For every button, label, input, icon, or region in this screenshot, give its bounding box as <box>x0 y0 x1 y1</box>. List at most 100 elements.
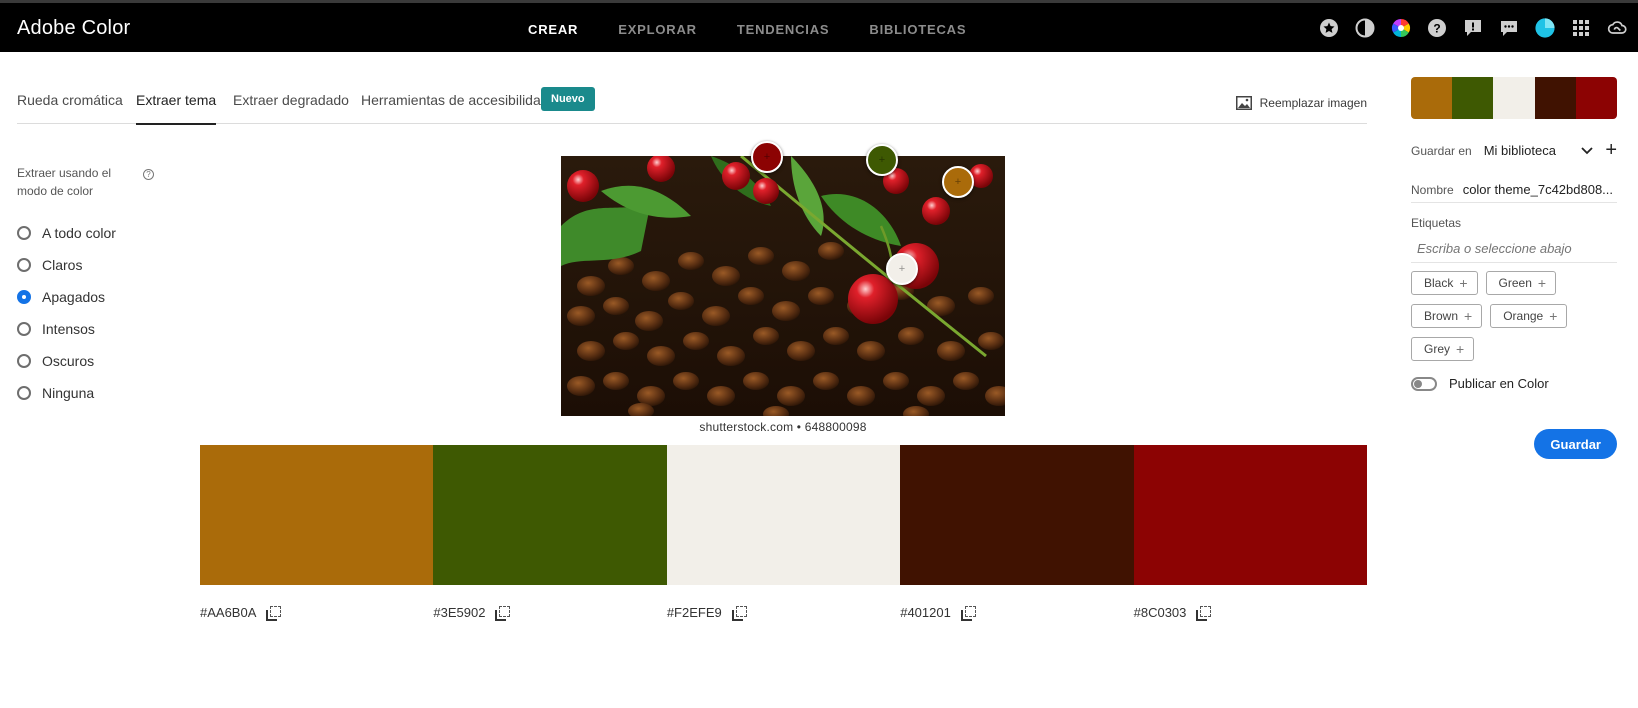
nav-explorar[interactable]: EXPLORAR <box>618 22 697 37</box>
plus-icon: + <box>1459 275 1468 291</box>
hex-value[interactable]: #8C0303 <box>1134 605 1187 620</box>
image-icon <box>1235 96 1252 110</box>
radio-a-todo-color[interactable]: A todo color <box>17 217 116 249</box>
radio-label: A todo color <box>42 225 116 241</box>
color-picker-handle-green[interactable]: + <box>866 144 898 176</box>
avatar-icon[interactable] <box>1534 17 1556 39</box>
copy-icon[interactable] <box>266 605 282 621</box>
tag-label: Brown <box>1424 309 1459 323</box>
copy-icon[interactable] <box>960 605 976 621</box>
tab-extraer-degradado[interactable]: Extraer degradado <box>233 92 349 108</box>
radio-button[interactable] <box>17 322 31 336</box>
tag-label: Grey <box>1424 342 1451 356</box>
color-wheel-icon[interactable] <box>1390 17 1412 39</box>
info-icon[interactable]: ? <box>143 169 154 180</box>
help-icon[interactable]: ? <box>1426 17 1448 39</box>
add-library-icon[interactable]: + <box>1605 139 1617 162</box>
comments-icon[interactable] <box>1498 17 1520 39</box>
tags-input[interactable] <box>1411 235 1617 263</box>
plus-icon: + <box>1537 275 1547 291</box>
tag-black[interactable]: Black + <box>1411 271 1478 295</box>
top-navigation-bar: Adobe Color CREAR EXPLORAR TENDENCIAS BI… <box>0 0 1638 52</box>
radio-button[interactable] <box>17 258 31 272</box>
swatch-1[interactable] <box>200 445 434 585</box>
save-to-row: Guardar en Mi biblioteca + <box>1411 139 1617 162</box>
new-badge: Nuevo <box>541 87 595 111</box>
color-swatches <box>200 445 1368 585</box>
tag-label: Green <box>1498 276 1532 290</box>
radio-button-checked[interactable] <box>17 290 31 304</box>
mini-swatch-2 <box>1452 77 1494 119</box>
tag-orange[interactable]: Orange + <box>1490 304 1568 328</box>
tags-label: Etiquetas <box>1411 216 1462 230</box>
nav-crear[interactable]: CREAR <box>528 22 578 37</box>
apps-grid-icon[interactable] <box>1570 17 1592 39</box>
copy-icon[interactable] <box>1196 605 1212 621</box>
swatch-5[interactable] <box>1133 445 1368 585</box>
creative-cloud-icon[interactable] <box>1606 17 1628 39</box>
radio-button[interactable] <box>17 226 31 240</box>
name-field[interactable]: color theme_7c42bd808... <box>1463 182 1613 197</box>
hex-values: #AA6B0A #3E5902 #F2EFE9 #401201 #8C0303 <box>200 605 1367 621</box>
copy-icon[interactable] <box>731 605 747 621</box>
nav-tendencias[interactable]: TENDENCIAS <box>737 22 830 37</box>
mini-swatch-4 <box>1534 77 1576 119</box>
hex-value[interactable]: #AA6B0A <box>200 605 256 620</box>
library-select[interactable]: Mi biblioteca <box>1484 143 1556 158</box>
radio-button[interactable] <box>17 354 31 368</box>
mini-swatch-3 <box>1493 77 1535 119</box>
hex-value[interactable]: #3E5902 <box>433 605 485 620</box>
app-logo-title[interactable]: Adobe Color <box>17 17 130 40</box>
top-icons: ? <box>1318 17 1628 39</box>
save-button[interactable]: Guardar <box>1534 429 1617 459</box>
alert-icon[interactable] <box>1462 17 1484 39</box>
theme-preview <box>1411 77 1617 119</box>
nav-bibliotecas[interactable]: BIBLIOTECAS <box>869 22 966 37</box>
swatch-4[interactable] <box>900 445 1134 585</box>
plus-icon: + <box>1549 308 1558 324</box>
tag-brown[interactable]: Brown + <box>1411 304 1483 328</box>
radio-label: Oscuros <box>42 353 95 369</box>
hex-cell-5: #8C0303 <box>1134 605 1367 621</box>
tab-herramientas-accesibilidad[interactable]: Herramientas de accesibilidad <box>361 92 549 108</box>
contrast-icon[interactable] <box>1354 17 1376 39</box>
mini-swatch-5 <box>1575 77 1617 119</box>
replace-image-button[interactable]: Reemplazar imagen <box>1235 96 1367 110</box>
color-picker-handle-orange[interactable]: + <box>942 166 974 198</box>
hex-cell-2: #3E5902 <box>433 605 666 621</box>
tab-extraer-tema[interactable]: Extraer tema <box>136 92 217 125</box>
copy-icon[interactable] <box>495 605 511 621</box>
hex-value[interactable]: #401201 <box>900 605 951 620</box>
radio-oscuros[interactable]: Oscuros <box>17 345 116 377</box>
chevron-down-icon[interactable] <box>1581 146 1593 155</box>
tag-grey[interactable]: Grey + <box>1411 337 1475 361</box>
radio-apagados[interactable]: Apagados <box>17 281 116 313</box>
publish-toggle[interactable] <box>1411 376 1437 391</box>
swatch-3[interactable] <box>666 445 901 585</box>
color-mode-radio-group: A todo color Claros Apagados Intensos Os… <box>17 217 116 409</box>
tab-rueda-cromatica[interactable]: Rueda cromática <box>17 92 123 108</box>
radio-label: Ninguna <box>42 385 95 401</box>
publish-row: Publicar en Color <box>1411 376 1549 391</box>
tag-list: Black + Green + Brown + Orange + Grey + <box>1411 271 1617 361</box>
star-icon[interactable] <box>1318 17 1340 39</box>
source-image[interactable] <box>561 156 1005 416</box>
tag-label: Black <box>1424 276 1454 290</box>
swatch-2[interactable] <box>433 445 667 585</box>
tag-green[interactable]: Green + <box>1485 271 1557 295</box>
save-panel: Guardar en Mi biblioteca + Nombre color … <box>1411 77 1617 459</box>
color-picker-handle-red[interactable]: + <box>751 141 783 173</box>
radio-claros[interactable]: Claros <box>17 249 116 281</box>
hex-value[interactable]: #F2EFE9 <box>667 605 722 620</box>
color-picker-handle-white[interactable]: + <box>886 253 918 285</box>
radio-button[interactable] <box>17 386 31 400</box>
color-mode-label: Extraer usando el modo de color <box>17 166 112 198</box>
publish-label: Publicar en Color <box>1449 376 1549 391</box>
name-label: Nombre <box>1411 182 1454 197</box>
save-to-label: Guardar en <box>1411 143 1472 158</box>
radio-intensos[interactable]: Intensos <box>17 313 116 345</box>
mini-swatch-1 <box>1411 77 1453 119</box>
radio-ninguna[interactable]: Ninguna <box>17 377 116 409</box>
hex-cell-3: #F2EFE9 <box>667 605 900 621</box>
radio-label: Apagados <box>42 289 106 305</box>
